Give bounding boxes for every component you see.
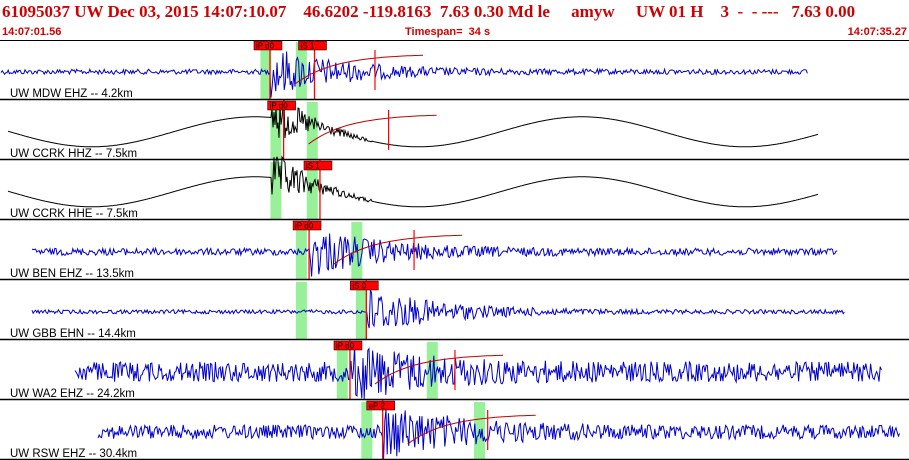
phase-pick-label: iP d0 — [270, 102, 289, 111]
waveform-trace — [7, 155, 819, 208]
waveform-trace — [74, 344, 882, 399]
pick-window — [306, 162, 318, 220]
waveform-trace — [31, 289, 845, 329]
station-channel-label: UW RSW EHZ -- 30.4km — [10, 448, 137, 460]
end-time-label: 14:07:35.27 — [847, 26, 907, 38]
phase-pick-label: iP d0 — [256, 42, 275, 51]
waveform-trace — [31, 233, 838, 277]
station-channel-label: UW MDW EHZ -- 4.2km — [10, 88, 133, 100]
phase-pick-label: iP d0 — [336, 342, 355, 351]
waveform-trace — [7, 99, 819, 148]
seismogram-panels: iP d0 iS 1 UW MDW EHZ -- 4.2km iP d0 UW CCRK… — [0, 40, 909, 460]
event-header: 61095037 UW Dec 03, 2015 14:07:10.07 46.… — [0, 0, 909, 40]
phase-pick-label: iP d0 — [295, 222, 314, 231]
coda-decay-curve — [308, 114, 437, 145]
seismogram-canvas: iP d0 iS 1 UW MDW EHZ -- 4.2km iP d0 UW CCRK… — [0, 40, 909, 460]
station-channel-label: UW GBB EHN -- 14.4km — [10, 328, 136, 340]
phase-pick-label: eP 2 — [369, 402, 386, 411]
event-summary-title: 61095037 UW Dec 03, 2015 14:07:10.07 46.… — [2, 2, 856, 21]
phase-pick-label: iS 0 — [352, 282, 366, 291]
station-channel-label: UW CCRK HHZ -- 7.5km — [10, 148, 137, 160]
station-channel-label: UW CCRK HHE -- 7.5km — [10, 208, 138, 220]
phase-pick-label: iS 1 — [306, 162, 320, 171]
station-channel-label: UW BEN EHZ -- 13.5km — [10, 268, 134, 280]
phase-pick-label: iS 1 — [301, 42, 315, 51]
start-time-label: 14:07:01.56 — [2, 26, 62, 38]
timespan-label: Timespan= 34 s — [405, 26, 491, 38]
station-channel-label: UW WA2 EHZ -- 24.2km — [10, 388, 135, 400]
